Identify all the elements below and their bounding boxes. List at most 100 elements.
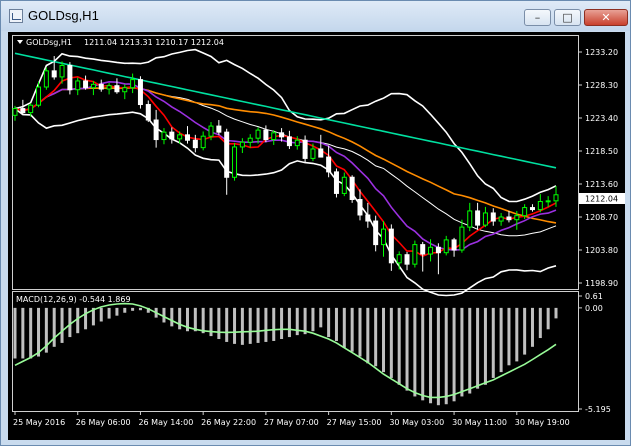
candle-body	[36, 86, 42, 106]
candle-body	[208, 125, 214, 137]
macd-histogram-bar	[530, 307, 534, 347]
title-bar[interactable]: GOLDsg,H1 – □ ✕	[1, 1, 630, 31]
candle-body	[428, 246, 434, 255]
window-title: GOLDsg,H1	[28, 8, 99, 23]
macd-histogram-bar	[287, 307, 291, 338]
macd-signal-line	[14, 302, 557, 399]
macd-histogram-bar	[52, 307, 56, 347]
macd-histogram-bar	[554, 307, 558, 319]
candle-body	[161, 131, 167, 141]
time-tick-label: 27 May 07:00	[264, 418, 319, 427]
ohlc-readout: 1211.04 1213.31 1210.17 1212.04	[84, 38, 224, 47]
ma-slow-line	[14, 86, 557, 224]
macd-histogram-bar	[68, 307, 72, 338]
candle-body	[153, 119, 159, 141]
macd-histogram-bar	[319, 307, 323, 328]
candle-body	[373, 220, 379, 246]
candle-body	[83, 80, 89, 89]
restore-button[interactable]: □	[554, 9, 581, 26]
price-tick-label: 1208.70	[585, 213, 618, 222]
price-tick-label: 1213.60	[585, 180, 618, 189]
macd-histogram-bar	[546, 307, 550, 330]
minimize-icon: –	[534, 11, 541, 24]
macd-histogram-bar	[389, 307, 393, 378]
candle-body	[514, 215, 520, 221]
macd-histogram-bar	[476, 307, 480, 389]
ma-long-line	[14, 52, 557, 169]
macd-histogram-bar	[170, 307, 174, 327]
candle-body	[145, 104, 151, 121]
macd-histogram-bar	[233, 307, 237, 344]
candle-body	[59, 64, 65, 78]
candle-body	[43, 70, 49, 88]
price-tick-label: 1223.40	[585, 114, 618, 123]
macd-histogram-bar	[115, 307, 119, 316]
candle-body	[247, 137, 253, 143]
macd-histogram-bar	[217, 307, 221, 340]
candle-body	[286, 136, 292, 147]
candle-body	[365, 214, 371, 222]
macd-histogram-bar	[538, 307, 542, 339]
candle-body	[326, 156, 332, 173]
macd-tick-label: -5.195	[585, 405, 611, 414]
macd-histogram-bar	[131, 307, 135, 311]
candle-body	[239, 141, 245, 148]
candle-body	[381, 228, 387, 246]
time-tick-label: 27 May 15:00	[327, 418, 382, 427]
candle-body	[420, 244, 426, 255]
time-tick-label: 30 May 19:00	[515, 418, 570, 427]
macd-histogram-bar	[311, 307, 315, 332]
macd-histogram-bar	[29, 307, 33, 359]
macd-histogram-bar	[264, 307, 268, 342]
macd-histogram-bar	[491, 307, 495, 378]
macd-histogram-bar	[421, 307, 425, 401]
candle-body	[224, 131, 230, 178]
price-tick-label: 1198.90	[585, 279, 618, 288]
chart-canvas[interactable]: 1233.20 1228.30 1223.40 1218.50 1213.60 1208.…	[8, 32, 625, 440]
candle-body	[412, 244, 418, 265]
candle-body	[459, 226, 465, 251]
candle-body	[482, 212, 488, 226]
candle-body	[200, 135, 206, 149]
chart-app-icon	[9, 9, 23, 23]
macd-histogram-bar	[483, 307, 487, 385]
price-tick-label: 1203.80	[585, 246, 618, 255]
macd-histogram-bar	[436, 307, 440, 406]
macd-histogram-bar	[327, 307, 331, 338]
upper-band-line	[14, 48, 557, 203]
macd-histogram-bar	[515, 307, 519, 362]
candle-body	[537, 201, 543, 211]
symbol-label: GOLDsg,H1	[26, 38, 72, 47]
candle-body	[255, 129, 261, 139]
candle-body	[28, 104, 34, 114]
candle-body	[475, 210, 481, 226]
candle-body	[12, 108, 18, 116]
macd-histogram-bar	[13, 307, 17, 359]
symbol-menu-icon[interactable]	[17, 40, 23, 44]
candle-body	[177, 134, 183, 140]
macd-histogram-bar	[162, 307, 166, 323]
chart-area[interactable]: 1233.20 1228.30 1223.40 1218.50 1213.60 1208.…	[8, 32, 625, 440]
macd-histogram-bar	[138, 307, 142, 311]
candle-body	[435, 246, 441, 254]
candle-body	[20, 108, 26, 114]
macd-histogram-bar	[178, 307, 182, 330]
candle-body	[302, 139, 308, 159]
close-button[interactable]: ✕	[584, 9, 628, 26]
candle-body	[169, 131, 175, 140]
macd-histogram-bar	[272, 307, 276, 341]
candle-body	[545, 200, 551, 203]
candle-body	[341, 176, 347, 194]
candle-body	[216, 125, 222, 133]
macd-histogram-bar	[429, 307, 433, 404]
candle-body	[553, 194, 559, 202]
candle-body	[51, 70, 57, 78]
axes: 1233.20 1228.30 1223.40 1218.50 1213.60 1208.…	[13, 48, 618, 427]
macd-histogram-bar	[350, 307, 354, 352]
minimize-button[interactable]: –	[524, 9, 551, 26]
macd-histogram-bar	[358, 307, 362, 357]
time-tick-label: 26 May 06:00	[76, 418, 131, 427]
candle-body	[498, 216, 504, 222]
candle-body	[443, 239, 449, 254]
candle-body	[75, 80, 81, 91]
